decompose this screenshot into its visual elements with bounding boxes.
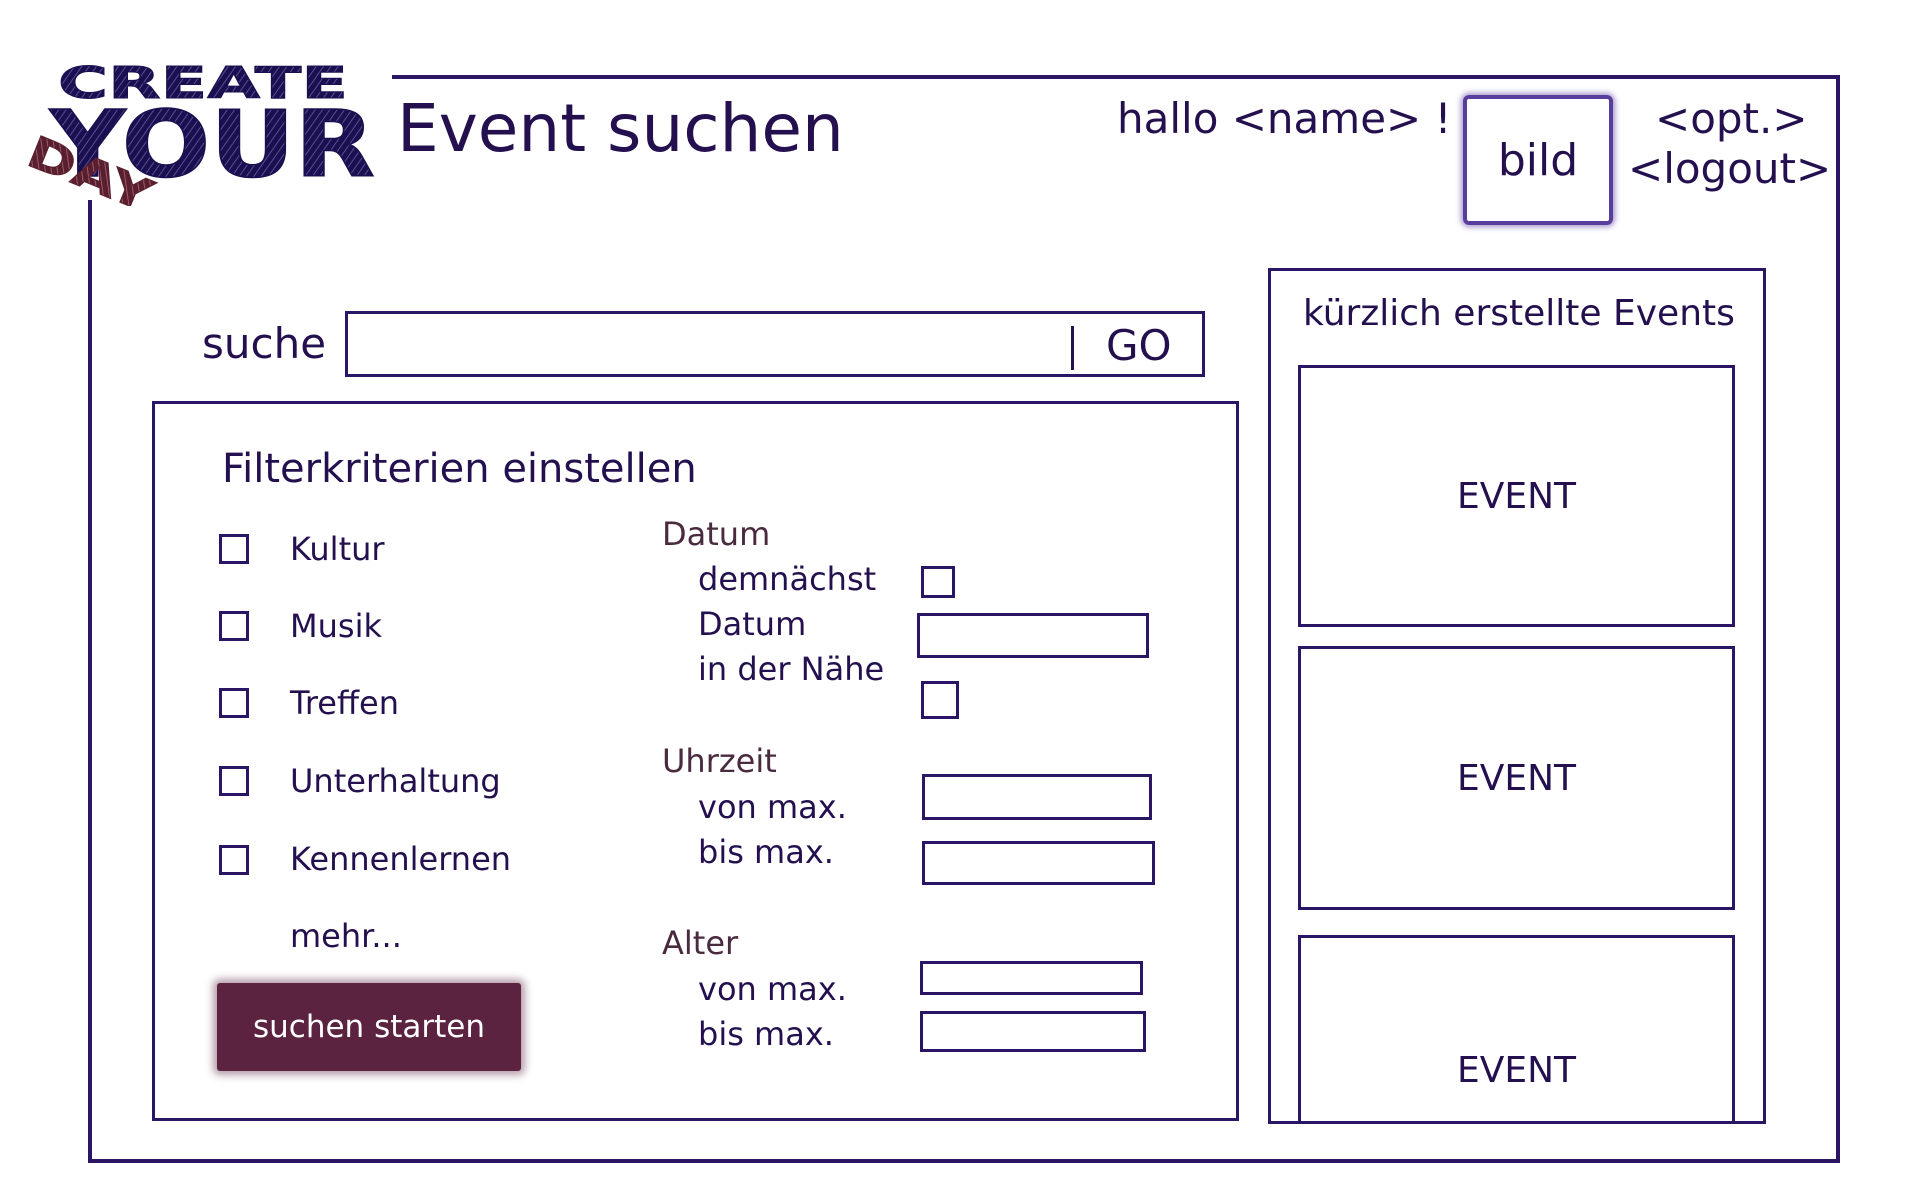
user-greeting: hallo <name> ! — [1117, 94, 1452, 143]
checkbox-nearby[interactable] — [921, 681, 959, 719]
checkbox-kennenlernen[interactable] — [219, 845, 249, 875]
category-label-musik: Musik — [290, 607, 382, 645]
checkbox-unterhaltung[interactable] — [219, 766, 249, 796]
profile-image-button[interactable]: bild — [1463, 95, 1613, 225]
event-card[interactable]: EVENT — [1298, 365, 1735, 627]
checkbox-treffen[interactable] — [219, 688, 249, 718]
event-card-label: EVENT — [1456, 1050, 1577, 1091]
date-input[interactable] — [917, 613, 1149, 658]
category-label-kultur: Kultur — [290, 530, 385, 568]
start-search-label: suchen starten — [253, 1009, 485, 1045]
recent-events-title: kürzlich erstellte Events — [1303, 293, 1735, 334]
app-logo: CREATE YOUR DAY — [22, 58, 376, 207]
checkbox-kultur[interactable] — [219, 534, 249, 564]
search-input[interactable] — [352, 318, 1071, 372]
more-categories-link[interactable]: mehr... — [290, 920, 402, 952]
age-from-label: von max. — [698, 970, 847, 1008]
page-title: Event suchen — [397, 90, 844, 167]
age-to-input[interactable] — [920, 1011, 1146, 1052]
search-label: suche — [202, 319, 327, 368]
checkbox-musik[interactable] — [219, 611, 249, 641]
time-to-input[interactable] — [922, 841, 1155, 885]
date-date-label: Datum — [698, 605, 807, 643]
search-bar: GO — [345, 311, 1205, 377]
search-divider — [1071, 326, 1074, 370]
age-to-label: bis max. — [698, 1015, 834, 1053]
category-label-unterhaltung: Unterhaltung — [290, 762, 501, 800]
date-nearby-label: in der Nähe — [698, 650, 885, 688]
category-label-kennenlernen: Kennenlernen — [290, 840, 512, 878]
options-link[interactable]: <opt.> — [1655, 98, 1808, 140]
event-card-label: EVENT — [1456, 757, 1577, 799]
event-card[interactable]: EVENT — [1298, 935, 1735, 1124]
age-section-label: Alter — [662, 924, 739, 962]
date-soon-label: demnächst — [698, 560, 877, 598]
time-section-label: Uhrzeit — [662, 742, 777, 780]
event-card[interactable]: EVENT — [1298, 646, 1735, 910]
age-from-input[interactable] — [920, 961, 1143, 995]
category-label-treffen: Treffen — [290, 684, 399, 722]
logout-link[interactable]: <logout> — [1628, 148, 1831, 190]
go-button[interactable]: GO — [1106, 320, 1172, 372]
start-search-button[interactable]: suchen starten — [217, 983, 521, 1071]
filter-title: Filterkriterien einstellen — [222, 446, 697, 492]
time-to-label: bis max. — [698, 833, 834, 871]
time-from-label: von max. — [698, 788, 847, 826]
event-card-label: EVENT — [1456, 475, 1577, 517]
checkbox-date-soon[interactable] — [921, 566, 955, 598]
profile-image-label: bild — [1497, 134, 1579, 186]
time-from-input[interactable] — [922, 774, 1152, 820]
date-section-label: Datum — [662, 515, 771, 553]
